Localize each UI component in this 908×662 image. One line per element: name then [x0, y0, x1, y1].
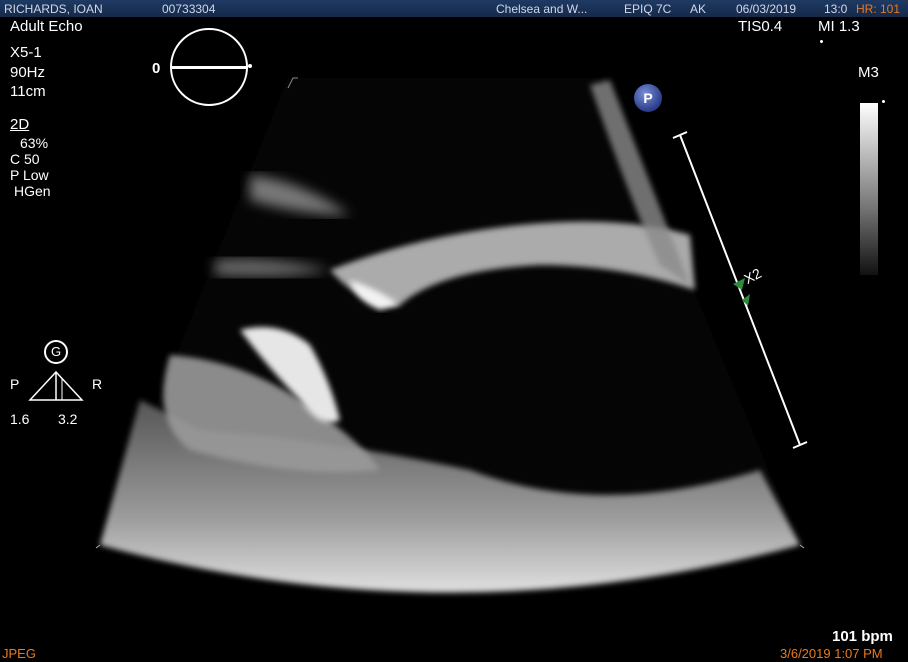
tis-index: TIS0.4 — [738, 18, 783, 35]
frame-rate: 90Hz — [10, 64, 46, 81]
image-depth: 11cm — [10, 83, 46, 100]
capture-timestamp: 3/6/2019 1:07 PM — [780, 646, 883, 661]
footer-bar: JPEG 3/6/2019 1:07 PM — [0, 646, 908, 662]
probe-marker-icon: P — [634, 84, 662, 112]
probe-name: X5-1 — [10, 44, 42, 61]
imaging-mode: 2D — [10, 116, 30, 133]
map-label: M3 — [858, 64, 879, 81]
focus-left-value: 1.6 — [10, 411, 30, 427]
exam-preset: Adult Echo — [10, 18, 83, 35]
orientation-circle-icon — [170, 28, 248, 106]
greyscale-bar — [860, 103, 878, 275]
frequency-value: HGen — [14, 183, 51, 199]
g-indicator-icon: G — [44, 340, 68, 364]
heart-rate: 101 bpm — [832, 628, 893, 645]
focus-right-label: R — [92, 376, 103, 392]
orientation-angle: 0 — [152, 60, 161, 77]
mi-index: MI 1.3 — [818, 18, 860, 35]
compression-value: C 50 — [10, 151, 40, 167]
focus-triangle-icon — [28, 370, 84, 401]
focus-right-value: 3.2 — [58, 411, 78, 427]
mi-dot-icon — [820, 40, 823, 43]
ultrasound-image — [95, 77, 808, 593]
greyscale-dot-icon — [882, 100, 885, 103]
gain-value: 63% — [20, 135, 49, 151]
orientation-dot-icon — [248, 64, 252, 68]
power-value: P Low — [10, 167, 49, 183]
image-format: JPEG — [2, 646, 36, 661]
focus-left-label: P — [10, 376, 20, 392]
